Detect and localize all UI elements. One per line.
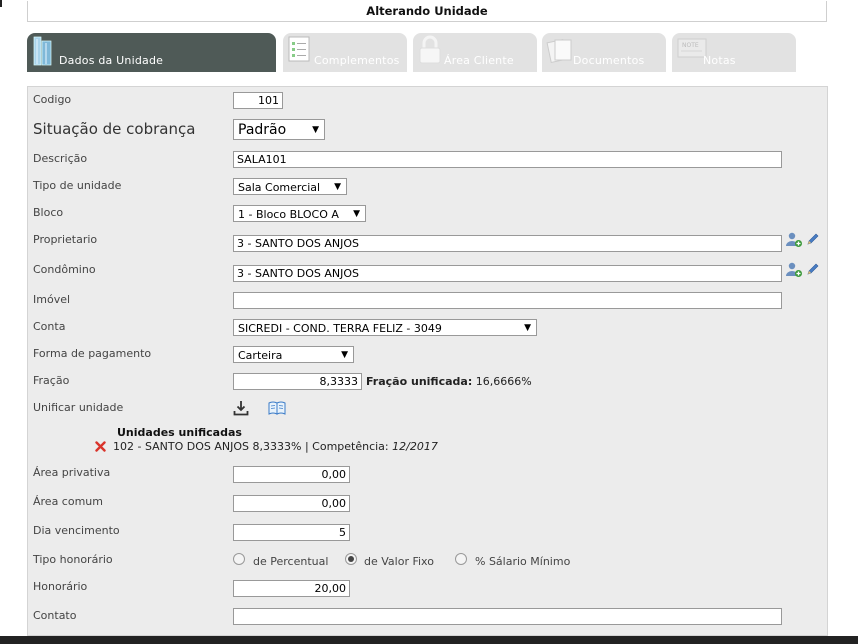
condomino-label: Condômino: [33, 263, 96, 276]
form-panel: [27, 86, 828, 636]
honorario-input[interactable]: 20,00: [233, 580, 350, 597]
open-book-icon[interactable]: [268, 401, 286, 418]
tab-label: Notas: [703, 54, 736, 67]
dropdown-arrow-icon: ▼: [524, 323, 531, 333]
situacao-select[interactable]: Padrão ▼: [233, 119, 325, 140]
fracao-input[interactable]: 8,3333: [233, 373, 362, 390]
tipo-unidade-select[interactable]: Sala Comercial ▼: [233, 178, 347, 195]
window-edge: [0, 0, 2, 7]
conta-select[interactable]: SICREDI - COND. TERRA FELIZ - 3049 ▼: [233, 319, 537, 336]
dia-vencimento-label: Dia vencimento: [33, 524, 120, 537]
tab-complementos[interactable]: Complementos: [283, 33, 407, 72]
fracao-unificada-label: Fração unificada:: [366, 375, 473, 388]
add-person-icon[interactable]: [785, 232, 803, 251]
descricao-input[interactable]: SALA101: [233, 151, 782, 168]
proprietario-label: Proprietario: [33, 233, 98, 246]
imovel-label: Imóvel: [33, 293, 71, 306]
conta-value: SICREDI - COND. TERRA FELIZ - 3049: [238, 322, 442, 335]
radio-de-percentual[interactable]: [233, 553, 245, 565]
bloco-select[interactable]: 1 - Bloco BLOCO A ▼: [233, 205, 366, 222]
radio-salario-minimo[interactable]: [455, 553, 467, 565]
unidades-unificadas-heading: Unidades unificadas: [117, 426, 242, 439]
unidade-unificada-text: 102 - SANTO DOS ANJOS 8,3333% | Competên…: [113, 440, 389, 453]
lock-icon: [417, 35, 443, 68]
tab-label: Área Cliente: [444, 54, 514, 67]
tab-label: Complementos: [314, 54, 400, 67]
forma-pagamento-select[interactable]: Carteira ▼: [233, 346, 354, 363]
proprietario-input[interactable]: 3 - SANTO DOS ANJOS: [233, 235, 782, 252]
forma-pagamento-label: Forma de pagamento: [33, 347, 152, 360]
edit-pencil-icon[interactable]: [806, 232, 820, 249]
area-privativa-input[interactable]: 0,00: [233, 466, 350, 483]
radio-de-valor-fixo[interactable]: [345, 553, 357, 565]
contato-input[interactable]: [233, 608, 782, 625]
edit-pencil-icon[interactable]: [806, 262, 820, 279]
radio-label: % Sálario Mínimo: [475, 555, 571, 568]
taskbar: [0, 636, 858, 644]
delete-x-icon[interactable]: [95, 441, 106, 455]
contato-label: Contato: [33, 609, 77, 622]
tab-dados-da-unidade[interactable]: Dados da Unidade: [27, 33, 276, 72]
condomino-input[interactable]: 3 - SANTO DOS ANJOS: [233, 265, 782, 282]
dropdown-arrow-icon: ▼: [341, 350, 348, 360]
tab-area-cliente[interactable]: Área Cliente: [413, 33, 537, 72]
situacao-value: Padrão: [238, 122, 287, 138]
descricao-label: Descrição: [33, 152, 88, 165]
conta-label: Conta: [33, 320, 66, 333]
documents-icon: [546, 35, 576, 68]
imovel-input[interactable]: [233, 292, 782, 309]
fracao-unificada-value: 16,6666%: [475, 375, 532, 388]
tipo-honorario-label: Tipo honorário: [33, 553, 113, 566]
area-privativa-label: Área privativa: [33, 466, 111, 479]
tab-documentos[interactable]: Documentos: [542, 33, 666, 72]
dropdown-arrow-icon: ▼: [312, 125, 319, 135]
download-merge-icon[interactable]: [233, 400, 249, 419]
fracao-unificada: Fração unificada: 16,6666%: [366, 375, 532, 388]
radio-label: de Percentual: [253, 555, 329, 568]
page-title: Alterando Unidade: [27, 1, 827, 22]
situacao-label: Situação de cobrança: [33, 120, 196, 138]
unidade-unificada-item: 102 - SANTO DOS ANJOS 8,3333% | Competên…: [113, 440, 438, 453]
honorario-label: Honorário: [33, 580, 88, 593]
building-icon: [31, 35, 55, 70]
add-person-icon[interactable]: [785, 262, 803, 281]
codigo-label: Codigo: [33, 93, 72, 106]
area-comum-input[interactable]: 0,00: [233, 495, 350, 512]
tipo-unidade-label: Tipo de unidade: [33, 179, 122, 192]
tab-label: Documentos: [573, 54, 645, 67]
dropdown-arrow-icon: ▼: [353, 209, 360, 219]
dropdown-arrow-icon: ▼: [334, 182, 341, 192]
unificar-label: Unificar unidade: [33, 401, 124, 414]
tab-label: Dados da Unidade: [59, 54, 164, 67]
svg-text:NOTE: NOTE: [682, 42, 699, 49]
radio-label: de Valor Fixo: [364, 555, 434, 568]
bloco-value: 1 - Bloco BLOCO A: [238, 208, 339, 221]
dia-vencimento-input[interactable]: 5: [233, 524, 350, 541]
bloco-label: Bloco: [33, 206, 64, 219]
forma-pagamento-value: Carteira: [238, 349, 283, 362]
tipo-unidade-value: Sala Comercial: [238, 181, 321, 194]
fracao-label: Fração: [33, 374, 70, 387]
checklist-icon: [287, 35, 311, 66]
area-comum-label: Área comum: [33, 495, 103, 508]
unidade-unificada-competencia: 12/2017: [392, 440, 438, 453]
tab-bar: Dados da Unidade Complementos Área Clien…: [27, 33, 827, 73]
codigo-input[interactable]: 101: [233, 92, 283, 109]
tab-notas[interactable]: NOTE Notas: [672, 33, 796, 72]
